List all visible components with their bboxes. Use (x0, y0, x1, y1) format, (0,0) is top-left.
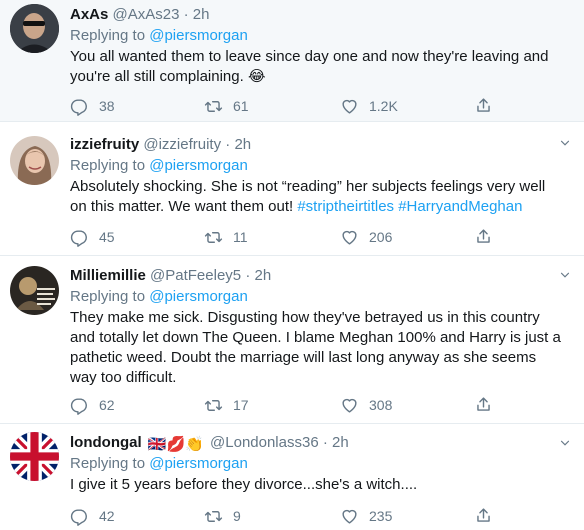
reply-button[interactable]: 62 (70, 395, 115, 415)
tweet-text: You all wanted them to leave since day o… (70, 48, 549, 85)
mention-link[interactable]: @piersmorgan (149, 27, 248, 44)
retweet-count: 61 (233, 98, 249, 114)
tweet-text: I give it 5 years before they divorce...… (70, 476, 418, 493)
like-count: 235 (369, 508, 393, 524)
avatar[interactable] (10, 4, 59, 53)
display-name[interactable]: AxAs (70, 6, 108, 23)
like-button[interactable]: 1.2K (340, 96, 398, 116)
reply-button[interactable]: 42 (70, 506, 115, 526)
retweet-icon (204, 100, 223, 112)
share-icon (477, 397, 490, 411)
tweet-header: londongal 🇬🇧💋👏 @Londonlass36 · 2h (70, 433, 564, 453)
tweet-actions: 62 17 308 (70, 395, 510, 415)
reply-icon (70, 397, 87, 415)
reply-button[interactable]: 45 (70, 227, 115, 247)
reply-icon (70, 98, 87, 116)
retweet-icon (204, 231, 223, 243)
reply-feed: AxAs @AxAs23 · 2h Replying to @piersmorg… (0, 0, 584, 530)
reply-icon (70, 508, 87, 526)
timestamp[interactable]: 2h (254, 267, 271, 284)
retweet-button[interactable]: 61 (204, 96, 249, 116)
replying-to-label: Replying to (70, 27, 146, 44)
reply-icon (70, 229, 87, 247)
retweet-count: 11 (233, 229, 248, 245)
avatar[interactable] (10, 266, 59, 315)
tweet[interactable]: Milliemillie @PatFeeley5 · 2h Replying t… (0, 256, 584, 424)
display-name[interactable]: londongal (70, 434, 142, 451)
tweet-text: They make me sick. Disgusting how they'v… (70, 309, 561, 386)
tweet-header: izziefruity @izziefruity · 2h (70, 135, 564, 155)
user-handle[interactable]: @PatFeeley5 (150, 267, 241, 284)
tweet-header: AxAs @AxAs23 · 2h (70, 5, 564, 25)
tweet-actions: 45 11 206 (70, 227, 510, 247)
like-count: 1.2K (369, 98, 398, 114)
retweet-count: 17 (233, 397, 249, 413)
share-icon (477, 98, 490, 112)
share-button[interactable] (474, 96, 493, 120)
replying-to: Replying to @piersmorgan (70, 287, 564, 307)
share-button[interactable] (474, 506, 493, 530)
like-icon (342, 509, 357, 524)
name-emoji: 🇬🇧💋👏 (147, 436, 204, 453)
mention-link[interactable]: @piersmorgan (149, 455, 248, 472)
share-button[interactable] (474, 227, 493, 251)
avatar[interactable] (10, 432, 59, 481)
retweet-icon (204, 510, 223, 522)
user-handle[interactable]: @AxAs23 (113, 6, 180, 23)
mention-link[interactable]: @piersmorgan (149, 288, 248, 305)
share-icon (477, 229, 490, 243)
user-handle[interactable]: @Londonlass36 (210, 434, 319, 451)
tweet[interactable]: izziefruity @izziefruity · 2h Replying t… (0, 122, 584, 256)
reply-count: 62 (99, 397, 115, 413)
retweet-button[interactable]: 17 (204, 395, 249, 415)
separator-dot: · (183, 6, 189, 23)
like-count: 308 (369, 397, 393, 413)
separator-dot: · (225, 136, 231, 153)
timestamp[interactable]: 2h (332, 434, 349, 451)
tweet-actions: 38 61 1.2K (70, 96, 510, 116)
reply-count: 42 (99, 508, 115, 524)
replying-to: Replying to @piersmorgan (70, 454, 564, 474)
like-icon (342, 398, 357, 413)
share-button[interactable] (474, 395, 493, 419)
separator-dot: · (245, 267, 251, 284)
like-count: 206 (369, 229, 393, 245)
display-name[interactable]: izziefruity (70, 136, 139, 153)
reply-count: 45 (99, 229, 115, 245)
retweet-button[interactable]: 9 (204, 506, 241, 526)
replying-to: Replying to @piersmorgan (70, 156, 564, 176)
timestamp[interactable]: 2h (234, 136, 251, 153)
tweet[interactable]: AxAs @AxAs23 · 2h Replying to @piersmorg… (0, 0, 584, 122)
retweet-icon (204, 399, 223, 411)
replying-to-label: Replying to (70, 157, 146, 174)
retweet-count: 9 (233, 508, 241, 524)
tweet-actions: 42 9 235 (70, 506, 510, 526)
like-button[interactable]: 308 (340, 395, 392, 415)
hashtag-link[interactable]: #striptheirtitles (297, 198, 394, 215)
separator-dot: · (322, 434, 328, 451)
like-icon (342, 230, 357, 245)
mention-link[interactable]: @piersmorgan (149, 157, 248, 174)
reply-button[interactable]: 38 (70, 96, 115, 116)
tweet-text: Absolutely shocking. She is not “reading… (70, 177, 564, 217)
replying-to: Replying to @piersmorgan (70, 26, 564, 46)
timestamp[interactable]: 2h (193, 6, 210, 23)
like-button[interactable]: 235 (340, 506, 392, 526)
tweet-header: Milliemillie @PatFeeley5 · 2h (70, 266, 564, 286)
replying-to-label: Replying to (70, 288, 146, 305)
tweet[interactable]: londongal 🇬🇧💋👏 @Londonlass36 · 2h Replyi… (0, 424, 584, 530)
hashtag-link[interactable]: #HarryandMeghan (398, 198, 522, 215)
display-name[interactable]: Milliemillie (70, 267, 146, 284)
reply-count: 38 (99, 98, 115, 114)
avatar[interactable] (10, 136, 59, 185)
user-handle[interactable]: @izziefruity (143, 136, 221, 153)
like-icon (342, 99, 357, 114)
retweet-button[interactable]: 11 (204, 227, 248, 247)
share-icon (477, 508, 490, 522)
replying-to-label: Replying to (70, 455, 146, 472)
like-button[interactable]: 206 (340, 227, 392, 247)
